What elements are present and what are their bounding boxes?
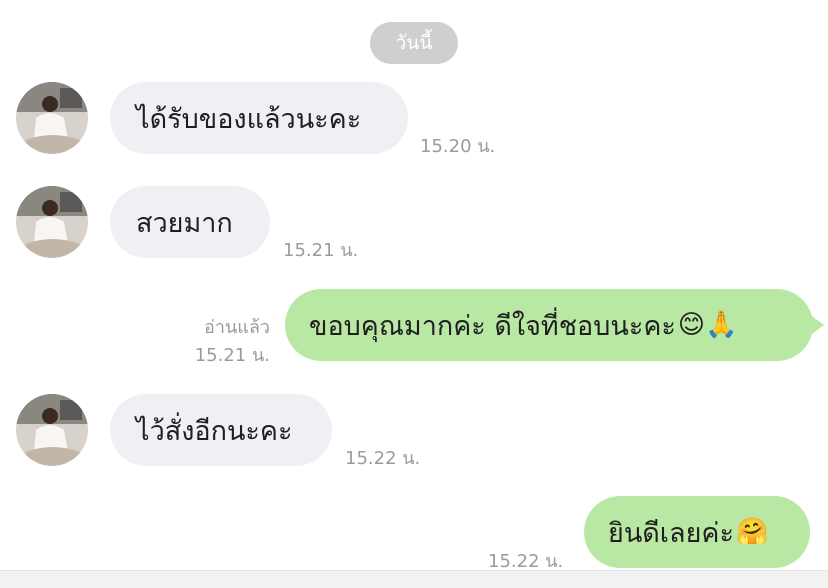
avatar-photo-icon: [16, 186, 88, 258]
message-bubble-incoming[interactable]: ไว้สั่งอีกนะคะ: [110, 394, 332, 466]
read-receipt: อ่านแล้ว: [204, 317, 270, 338]
avatar-photo-icon: [16, 82, 88, 154]
bubble-tail: [808, 313, 824, 337]
avatar[interactable]: [16, 394, 88, 466]
message-text: ยินดีเลยค่ะ: [608, 517, 734, 549]
smile-pray-emoji-icon: 😊🙏: [677, 310, 738, 340]
avatar[interactable]: [16, 186, 88, 258]
message-timestamp: 15.20 น.: [420, 136, 496, 157]
message-timestamp: 15.22 น.: [345, 448, 421, 469]
message-bubble-incoming[interactable]: สวยมาก: [110, 186, 270, 258]
avatar-photo-icon: [16, 394, 88, 466]
message-bubble-incoming[interactable]: ได้รับของแล้วนะคะ: [110, 82, 408, 154]
message-timestamp: 15.21 น.: [283, 240, 359, 261]
message-text: ไว้สั่งอีกนะคะ: [136, 415, 293, 447]
input-bar-edge: [0, 570, 828, 588]
avatar[interactable]: [16, 82, 88, 154]
message-timestamp: 15.21 น.: [194, 345, 270, 366]
message-bubble-outgoing[interactable]: ยินดีเลยค่ะ 🤗: [584, 496, 810, 568]
hug-emoji-icon: 🤗: [735, 517, 769, 547]
message-text: ขอบคุณมากค่ะ ดีใจที่ชอบนะคะ: [309, 310, 676, 342]
date-separator: วันนี้: [370, 22, 458, 64]
message-text: ได้รับของแล้วนะคะ: [136, 103, 362, 135]
chat-view[interactable]: วันนี้ ได้รับของแล้วนะคะ 15.20 น. สวยมาก…: [0, 0, 828, 588]
message-bubble-outgoing[interactable]: ขอบคุณมากค่ะ ดีใจที่ชอบนะคะ 😊🙏: [285, 289, 813, 361]
message-text: สวยมาก: [136, 207, 233, 239]
